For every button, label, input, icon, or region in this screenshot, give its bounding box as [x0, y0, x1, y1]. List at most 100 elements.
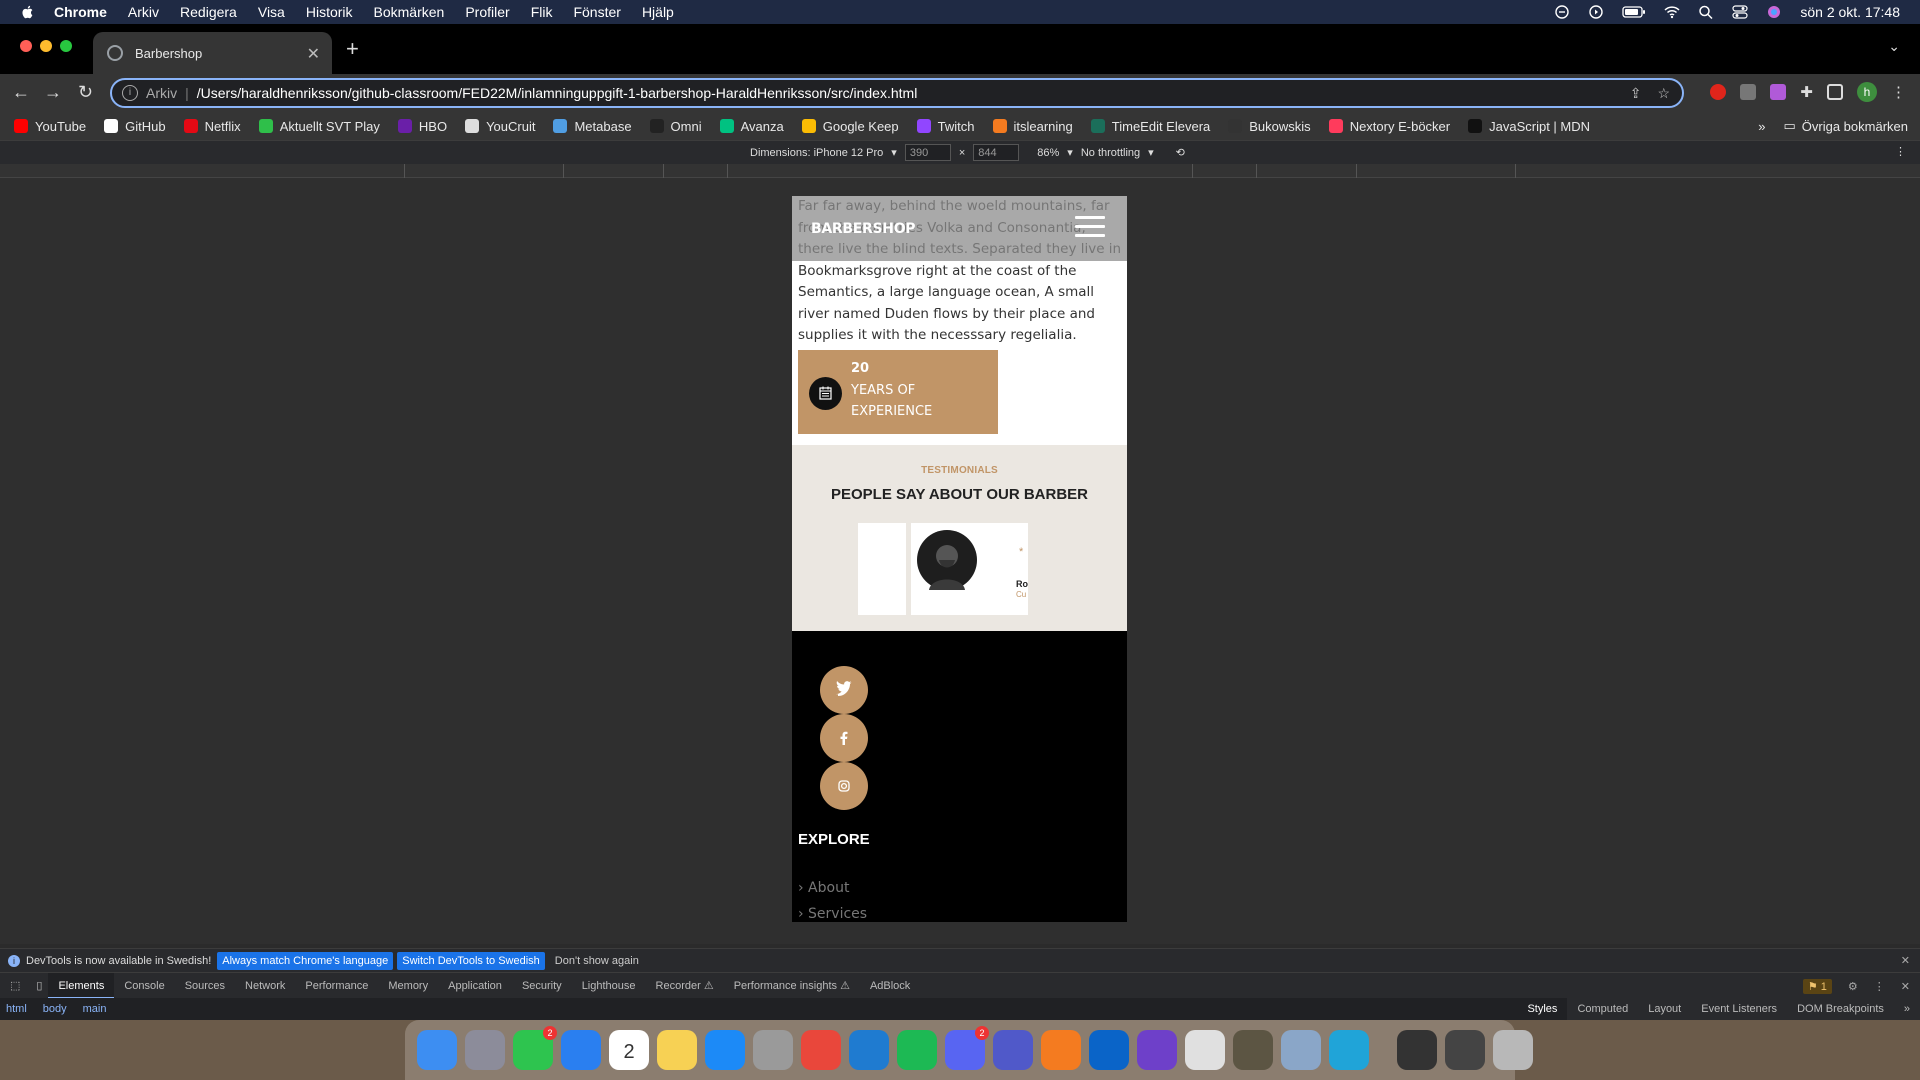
rotate-icon[interactable]: ⟲ [1176, 146, 1185, 159]
new-tab-button[interactable]: + [346, 36, 359, 62]
bookmark-google-keep[interactable]: Google Keep [801, 119, 899, 134]
menu-hjalp[interactable]: Hjälp [642, 4, 674, 20]
switch-to-swedish-button[interactable]: Switch DevTools to Swedish [397, 951, 545, 970]
activity-monitor-icon[interactable] [1397, 1030, 1437, 1070]
tab-security[interactable]: Security [512, 973, 572, 999]
tab-performance-insights[interactable]: Performance insights ⚠ [724, 973, 860, 999]
bookmark-star-icon[interactable]: ☆ [1657, 85, 1670, 102]
chrome-menu-icon[interactable]: ⋮ [1891, 83, 1906, 101]
menu-bokmarken[interactable]: Bokmärken [374, 4, 445, 20]
dont-show-again-button[interactable]: Don't show again [555, 955, 639, 967]
tableplus-icon[interactable] [1185, 1030, 1225, 1070]
color-picker-extension-icon[interactable] [1770, 84, 1787, 100]
bookmark-svt-play[interactable]: Aktuellt SVT Play [258, 119, 380, 134]
tab-elements[interactable]: Elements [48, 972, 115, 999]
twitter-icon[interactable] [820, 666, 868, 714]
testimonial-card[interactable]: * Ro Cu [911, 523, 1028, 615]
menu-profiler[interactable]: Profiler [465, 4, 509, 20]
github-desktop-icon[interactable] [1137, 1030, 1177, 1070]
itslearning-icon[interactable] [1041, 1030, 1081, 1070]
bookmark-hbo[interactable]: HBO [397, 119, 447, 134]
siri-icon[interactable] [1766, 5, 1782, 19]
tab-barbershop[interactable]: Barbershop ✕ [93, 32, 332, 74]
tab-memory[interactable]: Memory [378, 973, 438, 999]
menu-arkiv[interactable]: Arkiv [128, 4, 159, 20]
tab-layout[interactable]: Layout [1638, 998, 1691, 1020]
tab-adblock[interactable]: AdBlock [860, 973, 920, 999]
search-icon[interactable] [1698, 5, 1714, 19]
app-store-icon[interactable] [705, 1030, 745, 1070]
tab-event-listeners[interactable]: Event Listeners [1691, 998, 1787, 1020]
bookmark-youcruit[interactable]: YouCruit [465, 119, 535, 134]
back-arrow-icon[interactable]: ← [12, 82, 30, 103]
bookmark-netflix[interactable]: Netflix [183, 119, 241, 134]
photo-folder-icon[interactable] [1445, 1030, 1485, 1070]
play-circle-icon[interactable] [1588, 5, 1604, 19]
calendar-icon[interactable]: 2 [609, 1030, 649, 1070]
footer-link-services[interactable]: › Services [798, 906, 867, 922]
device-toggle-icon[interactable]: ▯ [30, 973, 48, 999]
bookmark-nextory[interactable]: Nextory E-böcker [1328, 119, 1450, 134]
vscode-icon[interactable] [849, 1030, 889, 1070]
messages-icon[interactable]: 2 [513, 1026, 557, 1070]
wifi-icon[interactable] [1664, 5, 1680, 19]
outlook-icon[interactable] [1089, 1030, 1129, 1070]
close-devtools-icon[interactable]: ✕ [1901, 980, 1910, 993]
settings-gear-icon[interactable]: ⚙ [1848, 980, 1858, 993]
control-center-icon[interactable] [1732, 5, 1748, 19]
reload-icon[interactable]: ↻ [78, 82, 93, 103]
bookmark-youtube[interactable]: YouTube [14, 119, 86, 134]
close-infobar-icon[interactable]: ✕ [1901, 954, 1910, 967]
menu-redigera[interactable]: Redigera [180, 4, 237, 20]
forward-arrow-icon[interactable]: → [44, 82, 62, 103]
more-tabs-chevron-icon[interactable]: » [1894, 998, 1920, 1020]
close-tab-icon[interactable]: ✕ [307, 44, 320, 64]
menu-historik[interactable]: Historik [306, 4, 353, 20]
adblock-extension-icon[interactable] [1710, 84, 1727, 100]
bookmark-metabase[interactable]: Metabase [553, 119, 632, 134]
spotify-icon[interactable] [897, 1030, 937, 1070]
share-icon[interactable]: ⇪ [1630, 85, 1642, 102]
facebook-icon[interactable] [820, 714, 868, 762]
info-icon[interactable]: i [122, 85, 138, 101]
tab-styles[interactable]: Styles [1517, 998, 1568, 1020]
bookmark-mdn[interactable]: JavaScript | MDN [1468, 119, 1590, 134]
address-bar[interactable]: i Arkiv | /Users/haraldhenriksson/github… [110, 78, 1684, 108]
edge-icon[interactable] [1329, 1030, 1369, 1070]
device-dimensions-select[interactable]: Dimensions: iPhone 12 Pro [750, 147, 883, 159]
bookmark-itslearning[interactable]: itslearning [992, 119, 1073, 134]
side-panel-icon[interactable] [1827, 84, 1843, 100]
notes-icon[interactable] [657, 1030, 697, 1070]
menu-fonster[interactable]: Fönster [573, 4, 620, 20]
breadcrumb-html[interactable]: html [6, 1003, 27, 1015]
media-query-ruler[interactable] [0, 164, 1920, 178]
tab-network[interactable]: Network [235, 973, 295, 999]
teams-icon[interactable] [993, 1030, 1033, 1070]
tab-sources[interactable]: Sources [175, 973, 235, 999]
inspect-element-icon[interactable]: ⬚ [0, 973, 30, 999]
bookmark-github[interactable]: GitHub [104, 119, 166, 134]
breadcrumb-main[interactable]: main [83, 1003, 107, 1015]
footer-link-about[interactable]: › About [798, 880, 849, 896]
tab-console[interactable]: Console [114, 973, 174, 999]
profile-avatar[interactable]: h [1857, 82, 1877, 102]
other-bookmarks-folder[interactable]: ▭ Övriga bokmärken [1783, 118, 1908, 134]
address-url[interactable]: /Users/haraldhenriksson/github-classroom… [197, 85, 918, 101]
device-width-input[interactable] [904, 144, 951, 161]
tab-search-chevron-icon[interactable]: ⌄ [1888, 38, 1900, 55]
bookmark-timeedit[interactable]: TimeEdit Elevera [1090, 119, 1210, 134]
testimonial-card[interactable] [858, 523, 906, 615]
more-bookmarks-chevron-icon[interactable]: » [1758, 119, 1765, 134]
menubar-clock[interactable]: sön 2 okt. 17:48 [1800, 4, 1900, 20]
tab-computed[interactable]: Computed [1567, 998, 1638, 1020]
device-height-input[interactable] [973, 144, 1020, 161]
throttling-select[interactable]: No throttling [1081, 147, 1140, 159]
launchpad-icon[interactable] [465, 1030, 505, 1070]
devtools-more-icon[interactable]: ⋮ [1874, 980, 1885, 993]
mail-icon[interactable] [561, 1030, 601, 1070]
issues-badge[interactable]: ⚑ 1 [1802, 979, 1832, 994]
finder-icon[interactable] [417, 1030, 457, 1070]
bookmark-avanza[interactable]: Avanza [719, 119, 784, 134]
tab-performance[interactable]: Performance [295, 973, 378, 999]
discord-icon[interactable]: 2 [945, 1026, 989, 1070]
